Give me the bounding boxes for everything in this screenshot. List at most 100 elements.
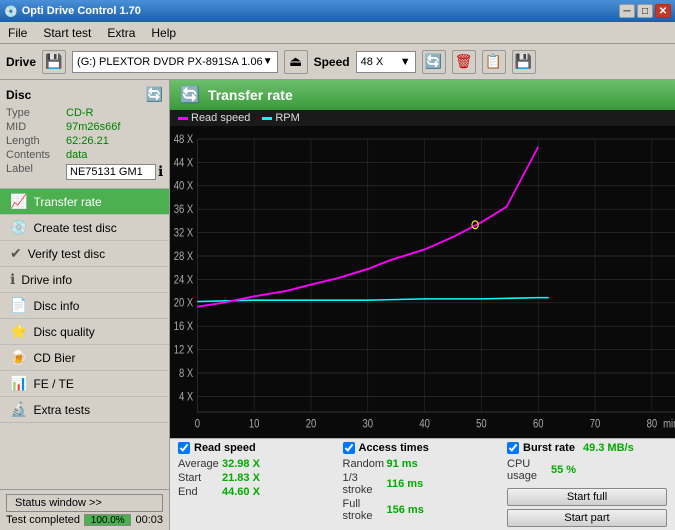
label-info-icon[interactable]: ℹ bbox=[158, 163, 163, 180]
disc-type-row: Type CD-R bbox=[6, 107, 163, 119]
chart-stats-row: Read speed Average 32.98 X Start 21.83 X… bbox=[170, 438, 675, 530]
nav-transfer-rate-label: Transfer rate bbox=[33, 195, 101, 209]
nav-drive-info[interactable]: ℹ Drive info bbox=[0, 267, 169, 293]
type-label: Type bbox=[6, 107, 66, 119]
nav-drive-info-label: Drive info bbox=[21, 273, 72, 287]
erase-button[interactable]: 🗑 bbox=[452, 50, 476, 74]
menu-start-test[interactable]: Start test bbox=[35, 24, 99, 42]
burst-checkbox[interactable] bbox=[507, 442, 519, 454]
access-times-checkbox[interactable] bbox=[343, 442, 355, 454]
full-stroke-label: Full stroke bbox=[343, 498, 383, 522]
nav-disc-quality[interactable]: ⭐ Disc quality bbox=[0, 319, 169, 345]
contents-value: data bbox=[66, 149, 87, 161]
nav-cd-bier-label: CD Bier bbox=[33, 351, 75, 365]
label-input[interactable] bbox=[66, 164, 156, 180]
svg-text:30: 30 bbox=[363, 418, 374, 431]
chart-legend: Read speed RPM bbox=[170, 110, 675, 126]
random-label: Random bbox=[343, 458, 383, 470]
svg-text:60: 60 bbox=[533, 418, 544, 431]
drive-select[interactable]: (G:) PLEXTOR DVDR PX-891SA 1.06 ▼ bbox=[72, 51, 278, 73]
disc-info-panel: Disc 🔄 Type CD-R MID 97m26s66f Length 62… bbox=[0, 80, 169, 189]
svg-text:50: 50 bbox=[476, 418, 487, 431]
nav-transfer-rate[interactable]: 📈 Transfer rate bbox=[0, 189, 169, 215]
mid-label: MID bbox=[6, 121, 66, 133]
full-stroke-value: 156 ms bbox=[387, 504, 447, 516]
copy-button[interactable]: 📋 bbox=[482, 50, 506, 74]
nav-create-test-disc-label: Create test disc bbox=[33, 221, 116, 235]
sidebar: Disc 🔄 Type CD-R MID 97m26s66f Length 62… bbox=[0, 80, 170, 530]
average-value: 32.98 X bbox=[222, 458, 282, 470]
title-bar-left: 💿 Opti Drive Control 1.70 bbox=[4, 5, 141, 18]
start-label: Start bbox=[178, 472, 218, 484]
fe-te-icon: 📊 bbox=[10, 375, 27, 392]
end-value: 44.60 X bbox=[222, 486, 282, 498]
eject-button[interactable]: ⏏ bbox=[284, 50, 308, 74]
chart-container: 48 X 44 X 40 X 36 X 32 X 28 X 24 X 20 X … bbox=[170, 126, 675, 438]
disc-info-icon: 📄 bbox=[10, 297, 27, 314]
cd-bier-icon: 🍺 bbox=[10, 349, 27, 366]
minimize-button[interactable]: ─ bbox=[619, 4, 635, 18]
nav-extra-tests-label: Extra tests bbox=[33, 403, 90, 417]
transfer-rate-icon: 📈 bbox=[10, 193, 27, 210]
burst-header: Burst rate 49.3 MB/s bbox=[507, 442, 667, 454]
progress-percent: 100.0% bbox=[85, 515, 130, 527]
disc-title: Disc bbox=[6, 88, 31, 102]
refresh-button[interactable]: 🔄 bbox=[422, 50, 446, 74]
disc-refresh-icon[interactable]: 🔄 bbox=[146, 86, 163, 103]
nav-section: 📈 Transfer rate 💿 Create test disc ✔ Ver… bbox=[0, 189, 169, 489]
create-test-disc-icon: 💿 bbox=[10, 219, 27, 236]
svg-text:48 X: 48 X bbox=[174, 133, 193, 146]
end-row: End 44.60 X bbox=[178, 486, 343, 498]
nav-create-test-disc[interactable]: 💿 Create test disc bbox=[0, 215, 169, 241]
one-third-label: 1/3 stroke bbox=[343, 472, 383, 496]
menu-file[interactable]: File bbox=[0, 24, 35, 42]
svg-text:4 X: 4 X bbox=[179, 390, 193, 403]
progress-bar: 100.0% bbox=[84, 514, 131, 526]
maximize-button[interactable]: □ bbox=[637, 4, 653, 18]
read-speed-checkbox[interactable] bbox=[178, 442, 190, 454]
disc-label-row: Label ℹ bbox=[6, 163, 163, 180]
nav-disc-quality-label: Disc quality bbox=[33, 325, 94, 339]
menu-help[interactable]: Help bbox=[143, 24, 184, 42]
start-full-button[interactable]: Start full bbox=[507, 488, 667, 506]
svg-text:10: 10 bbox=[249, 418, 260, 431]
app-icon: 💿 bbox=[4, 5, 18, 18]
svg-text:32 X: 32 X bbox=[174, 227, 193, 240]
disc-contents-row: Contents data bbox=[6, 149, 163, 161]
drive-bar: Drive 💾 (G:) PLEXTOR DVDR PX-891SA 1.06 … bbox=[0, 44, 675, 80]
svg-text:16 X: 16 X bbox=[174, 320, 193, 333]
access-times-stats: Access times Random 91 ms 1/3 stroke 116… bbox=[343, 442, 508, 527]
svg-text:80: 80 bbox=[647, 418, 658, 431]
svg-text:min: min bbox=[663, 418, 675, 431]
nav-fe-te[interactable]: 📊 FE / TE bbox=[0, 371, 169, 397]
menu-bar: File Start test Extra Help bbox=[0, 22, 675, 44]
read-speed-stats: Read speed Average 32.98 X Start 21.83 X… bbox=[178, 442, 343, 527]
nav-cd-bier[interactable]: 🍺 CD Bier bbox=[0, 345, 169, 371]
svg-text:12 X: 12 X bbox=[174, 344, 193, 357]
nav-extra-tests[interactable]: 🔬 Extra tests bbox=[0, 397, 169, 423]
nav-verify-test-disc[interactable]: ✔ Verify test disc bbox=[0, 241, 169, 267]
start-part-button[interactable]: Start part bbox=[507, 509, 667, 527]
menu-extra[interactable]: Extra bbox=[99, 24, 143, 42]
average-label: Average bbox=[178, 458, 218, 470]
disc-length-row: Length 62:26.21 bbox=[6, 135, 163, 147]
nav-disc-info[interactable]: 📄 Disc info bbox=[0, 293, 169, 319]
close-button[interactable]: ✕ bbox=[655, 4, 671, 18]
nav-fe-te-label: FE / TE bbox=[33, 377, 73, 391]
status-window-button[interactable]: Status window >> bbox=[6, 494, 163, 512]
disc-mid-row: MID 97m26s66f bbox=[6, 121, 163, 133]
speed-select[interactable]: 48 X ▼ bbox=[356, 51, 416, 73]
drive-label: Drive bbox=[6, 55, 36, 69]
read-speed-dot bbox=[178, 117, 188, 120]
type-value: CD-R bbox=[66, 107, 94, 119]
svg-text:40: 40 bbox=[419, 418, 430, 431]
svg-text:20: 20 bbox=[306, 418, 317, 431]
save-button[interactable]: 💾 bbox=[512, 50, 536, 74]
full-stroke-row: Full stroke 156 ms bbox=[343, 498, 508, 522]
speed-select-arrow: ▼ bbox=[400, 56, 411, 68]
mid-value: 97m26s66f bbox=[66, 121, 120, 133]
label-label: Label bbox=[6, 163, 66, 180]
test-completed-row: Test completed 100.0% 00:03 bbox=[6, 514, 163, 526]
main-layout: Disc 🔄 Type CD-R MID 97m26s66f Length 62… bbox=[0, 80, 675, 530]
svg-text:36 X: 36 X bbox=[174, 203, 193, 216]
